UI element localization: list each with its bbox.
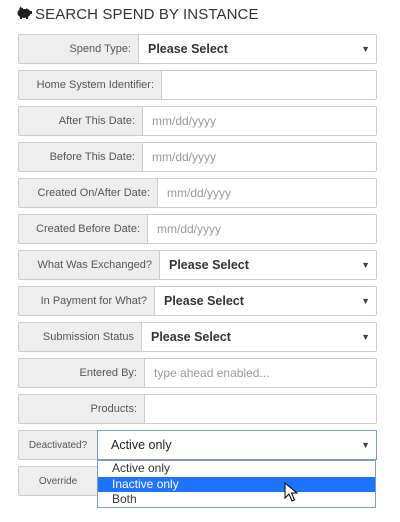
created-before-date-field: Created Before Date: mm/dd/yyyy bbox=[18, 214, 377, 244]
products-input[interactable] bbox=[145, 395, 376, 423]
products-field: Products: bbox=[18, 394, 377, 424]
after-this-date-field: After This Date: mm/dd/yyyy bbox=[18, 106, 377, 136]
submission-status-field: Submission Status Please Select ▼ bbox=[18, 322, 377, 352]
what-was-exchanged-label: What Was Exchanged? bbox=[19, 251, 160, 279]
mouse-cursor-icon bbox=[284, 482, 299, 502]
entered-by-input[interactable]: type ahead enabled... bbox=[145, 359, 376, 387]
option-inactive-only[interactable]: Inactive only bbox=[98, 476, 375, 492]
override-label: Override bbox=[19, 467, 97, 495]
chevron-down-icon: ▼ bbox=[361, 260, 370, 270]
in-payment-for-what-label: In Payment for What? bbox=[19, 287, 155, 315]
what-was-exchanged-value: Please Select bbox=[169, 258, 249, 272]
entered-by-label: Entered By: bbox=[19, 359, 145, 387]
chevron-down-icon: ▼ bbox=[361, 332, 370, 342]
deactivated-select[interactable]: Active only ▼ bbox=[97, 430, 377, 460]
in-payment-for-what-field: In Payment for What? Please Select ▼ bbox=[18, 286, 377, 316]
in-payment-for-what-value: Please Select bbox=[164, 294, 244, 308]
home-system-identifier-input[interactable] bbox=[162, 71, 376, 99]
spend-type-label: Spend Type: bbox=[19, 35, 139, 63]
submission-status-value: Please Select bbox=[151, 330, 231, 344]
after-this-date-input[interactable]: mm/dd/yyyy bbox=[143, 107, 376, 135]
chevron-down-icon: ▼ bbox=[361, 44, 370, 54]
home-system-identifier-field: Home System Identifier: bbox=[18, 70, 377, 100]
after-this-date-label: After This Date: bbox=[19, 107, 143, 135]
what-was-exchanged-field: What Was Exchanged? Please Select ▼ bbox=[18, 250, 377, 280]
page-title-text: SEARCH SPEND BY INSTANCE bbox=[35, 5, 259, 23]
created-on-after-date-input[interactable]: mm/dd/yyyy bbox=[158, 179, 376, 207]
deactivated-value: Active only bbox=[111, 438, 172, 452]
spend-type-value: Please Select bbox=[148, 42, 228, 56]
created-on-after-date-field: Created On/After Date: mm/dd/yyyy bbox=[18, 178, 377, 208]
created-on-after-date-label: Created On/After Date: bbox=[19, 179, 158, 207]
products-label: Products: bbox=[19, 395, 145, 423]
override-field: Override bbox=[18, 466, 98, 496]
deactivated-options-list: Active only Inactive only Both bbox=[97, 460, 376, 508]
created-before-date-label: Created Before Date: bbox=[19, 215, 148, 243]
submission-status-select[interactable]: Please Select ▼ bbox=[142, 323, 376, 351]
option-active-only[interactable]: Active only bbox=[98, 461, 375, 477]
chevron-down-icon: ▼ bbox=[361, 296, 370, 306]
before-this-date-label: Before This Date: bbox=[19, 143, 143, 171]
before-this-date-input[interactable]: mm/dd/yyyy bbox=[143, 143, 376, 171]
spend-type-field: Spend Type: Please Select ▼ bbox=[18, 34, 377, 64]
what-was-exchanged-select[interactable]: Please Select ▼ bbox=[160, 251, 376, 279]
spend-type-select[interactable]: Please Select ▼ bbox=[139, 35, 376, 63]
in-payment-for-what-select[interactable]: Please Select ▼ bbox=[155, 287, 376, 315]
piggy-bank-icon bbox=[16, 5, 32, 24]
chevron-down-icon: ▼ bbox=[361, 440, 370, 450]
home-system-identifier-label: Home System Identifier: bbox=[19, 71, 162, 99]
entered-by-field: Entered By: type ahead enabled... bbox=[18, 358, 377, 388]
deactivated-field: Deactivated? Active only ▼ bbox=[18, 430, 377, 460]
deactivated-label: Deactivated? bbox=[19, 431, 98, 459]
page-title: SEARCH SPEND BY INSTANCE bbox=[16, 4, 259, 24]
submission-status-label: Submission Status bbox=[19, 323, 142, 351]
option-both[interactable]: Both bbox=[98, 492, 375, 508]
created-before-date-input[interactable]: mm/dd/yyyy bbox=[148, 215, 376, 243]
before-this-date-field: Before This Date: mm/dd/yyyy bbox=[18, 142, 377, 172]
